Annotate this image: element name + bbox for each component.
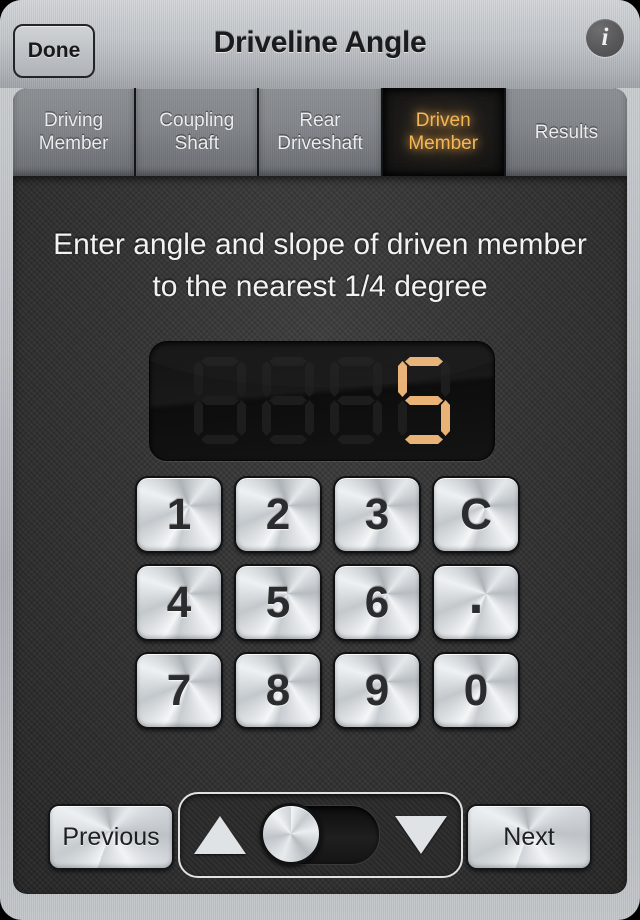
- tab-coupling-shaft[interactable]: Coupling Shaft: [136, 88, 260, 176]
- segment-c: [237, 400, 246, 436]
- toggle-knob[interactable]: [259, 803, 322, 865]
- next-button[interactable]: Next: [466, 804, 592, 870]
- tab-label: Driving Member: [38, 110, 109, 154]
- segment-b: [441, 361, 450, 397]
- tab-rear-driveshaft[interactable]: Rear Driveshaft: [259, 88, 383, 176]
- segment-a: [201, 357, 239, 366]
- triangle-up-icon[interactable]: [194, 816, 246, 854]
- key-label: 2: [265, 489, 291, 539]
- segment-c: [373, 400, 382, 436]
- key-label: C: [460, 489, 492, 539]
- key-label: 1: [166, 489, 192, 539]
- segment-a: [269, 357, 307, 366]
- key-9[interactable]: 9: [333, 652, 421, 729]
- segment-b: [373, 361, 382, 397]
- previous-button-label: Previous: [62, 822, 160, 851]
- tab-driven-member[interactable]: Driven Member: [382, 88, 506, 176]
- tab-bar: Driving Member Coupling Shaft Rear Drivesha…: [13, 88, 627, 176]
- segment-e: [398, 400, 407, 436]
- key-4[interactable]: 4: [135, 564, 223, 641]
- key-1[interactable]: 1: [135, 476, 223, 553]
- segment-g: [269, 396, 307, 405]
- previous-button[interactable]: Previous: [48, 804, 174, 870]
- tab-results[interactable]: Results: [505, 88, 627, 176]
- segment-e: [262, 400, 271, 436]
- display-digit: [394, 355, 454, 447]
- key-6[interactable]: 6: [333, 564, 421, 641]
- segment-b: [237, 361, 246, 397]
- angle-slope-toggle[interactable]: [259, 803, 380, 865]
- key-label: 5: [265, 577, 291, 627]
- stepper-control: [178, 792, 463, 878]
- segment-a: [405, 357, 443, 366]
- key-label: 6: [364, 577, 390, 627]
- segment-b: [305, 361, 314, 397]
- segment-g: [337, 396, 375, 405]
- app-root: Done Driveline Angle i Driving Member Cou…: [0, 0, 640, 920]
- key-label: 0: [463, 665, 489, 715]
- segment-c: [305, 400, 314, 436]
- numeric-keypad: 1 2 3 C 4 5 6. 7 8 9 0: [135, 476, 535, 729]
- info-glyph: i: [601, 23, 609, 51]
- key-label: 8: [265, 665, 291, 715]
- segment-d: [405, 435, 443, 444]
- key-label: 7: [166, 665, 192, 715]
- segment-f: [398, 361, 407, 397]
- display-digit: [190, 355, 250, 447]
- key-5[interactable]: 5: [234, 564, 322, 641]
- segment-d: [337, 435, 375, 444]
- tab-label: Coupling Shaft: [159, 110, 235, 154]
- display-digit: [258, 355, 318, 447]
- segment-a: [337, 357, 375, 366]
- seven-segment-display: [149, 341, 495, 461]
- segment-c: [441, 400, 450, 436]
- header-bar: Done Driveline Angle i: [0, 0, 640, 88]
- tab-label: Rear Driveshaft: [277, 110, 363, 154]
- segment-g: [405, 396, 443, 405]
- key-label: 9: [364, 665, 390, 715]
- key-label: 3: [364, 489, 390, 539]
- segment-d: [269, 435, 307, 444]
- segment-d: [201, 435, 239, 444]
- key-7[interactable]: 7: [135, 652, 223, 729]
- key-3[interactable]: 3: [333, 476, 421, 553]
- segment-f: [194, 361, 203, 397]
- triangle-down-icon[interactable]: [395, 816, 447, 854]
- tab-label: Results: [534, 121, 599, 143]
- info-circle-icon[interactable]: i: [586, 19, 624, 57]
- key-clear[interactable]: C: [432, 476, 520, 553]
- segment-f: [262, 361, 271, 397]
- segment-e: [194, 400, 203, 436]
- key-0[interactable]: 0: [432, 652, 520, 729]
- segment-f: [330, 361, 339, 397]
- page-title: Driveline Angle: [213, 26, 427, 59]
- next-button-label: Next: [503, 822, 555, 851]
- segment-e: [330, 400, 339, 436]
- tab-driving-member[interactable]: Driving Member: [13, 88, 137, 176]
- key-2[interactable]: 2: [234, 476, 322, 553]
- key-label: 4: [166, 577, 192, 627]
- segment-g: [201, 396, 239, 405]
- main-panel: Enter angle and slope of driven member t…: [13, 176, 627, 894]
- display-digit: [326, 355, 386, 447]
- key-decimal[interactable]: .: [432, 564, 520, 641]
- tab-label: Driven Member: [408, 110, 479, 154]
- instruction-text: Enter angle and slope of driven member t…: [53, 228, 587, 303]
- key-8[interactable]: 8: [234, 652, 322, 729]
